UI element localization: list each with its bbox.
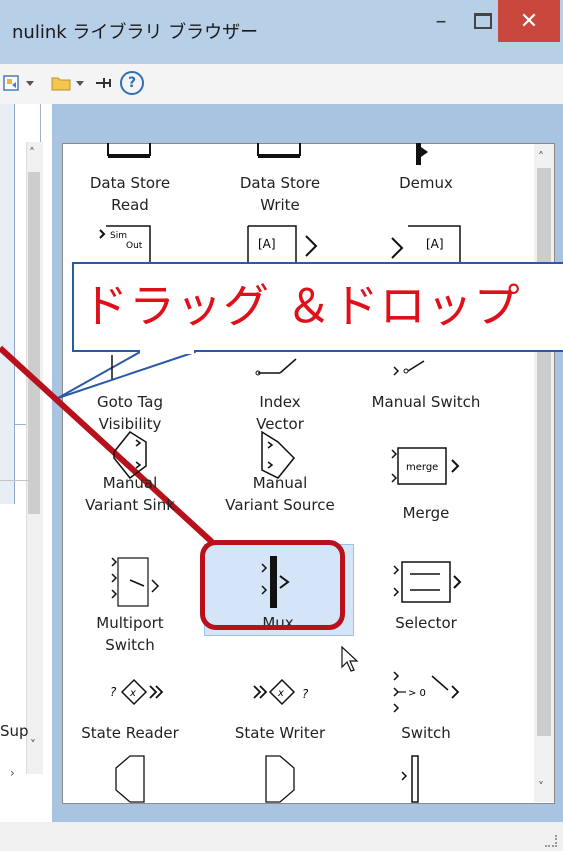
manual-switch-icon bbox=[393, 360, 425, 376]
switch-icon: > 0 bbox=[393, 671, 460, 713]
callout-tail-joint bbox=[140, 350, 194, 354]
svg-text:?: ? bbox=[110, 685, 117, 699]
state-reader-icon: ? x bbox=[110, 678, 164, 706]
resize-grip-icon[interactable] bbox=[545, 835, 557, 847]
svg-text:merge: merge bbox=[406, 462, 438, 473]
block-label-manual-variant-sink[interactable]: Manual Variant Sink bbox=[60, 472, 200, 516]
merge-icon: merge bbox=[391, 447, 460, 485]
block-label-switch[interactable]: Switch bbox=[356, 722, 496, 744]
svg-text:x: x bbox=[129, 688, 136, 699]
mux-highlight-frame bbox=[200, 540, 345, 630]
status-bar bbox=[0, 822, 563, 851]
svg-text:x: x bbox=[277, 688, 284, 699]
variant-block-icon bbox=[115, 755, 145, 803]
block-label-manual-variant-source[interactable]: Manual Variant Source bbox=[210, 472, 350, 516]
block-label-state-writer[interactable]: State Writer bbox=[210, 722, 350, 744]
svg-text:?: ? bbox=[302, 687, 309, 701]
multiport-switch-icon bbox=[111, 557, 160, 607]
block-label-goto-tag-visibility[interactable]: Goto Tag Visibility bbox=[60, 391, 200, 435]
mouse-cursor-icon bbox=[341, 645, 359, 672]
block-label-index-vector[interactable]: Index Vector bbox=[210, 391, 350, 435]
block-label-manual-switch[interactable]: Manual Switch bbox=[356, 391, 496, 413]
block-label-state-reader[interactable]: State Reader bbox=[60, 722, 200, 744]
block-label-merge[interactable]: Merge bbox=[356, 502, 496, 524]
block-label-selector[interactable]: Selector bbox=[356, 612, 496, 634]
bus-selector-icon bbox=[401, 755, 419, 803]
block-label-multiport-switch[interactable]: Multiport Switch bbox=[60, 612, 200, 656]
selector-icon bbox=[393, 561, 462, 603]
index-vector-icon bbox=[255, 358, 297, 376]
goto-tag-visibility-icon bbox=[111, 355, 113, 379]
variant-source-icon bbox=[265, 755, 295, 803]
callout-text: ドラッグ ＆ドロップ bbox=[82, 279, 521, 333]
state-writer-icon: x ? bbox=[253, 678, 309, 706]
svg-text:> 0: > 0 bbox=[408, 688, 426, 699]
